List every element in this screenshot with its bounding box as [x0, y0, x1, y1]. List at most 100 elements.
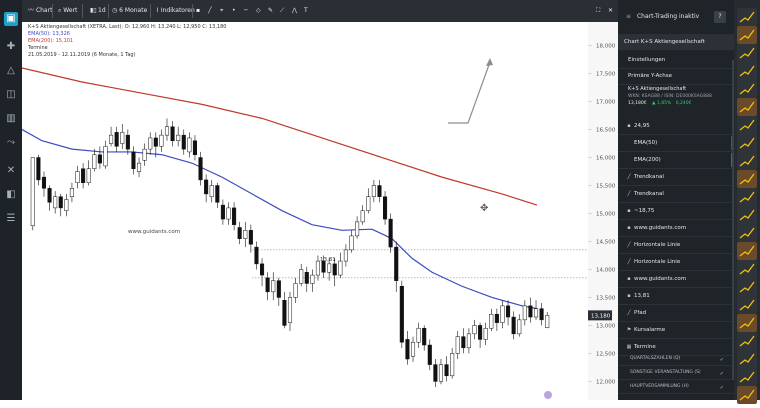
- tools-icon[interactable]: ✕: [4, 164, 18, 178]
- drawing-row[interactable]: EMA(200): [618, 152, 734, 169]
- drawing-row[interactable]: ╱ Horizontale Linie: [618, 254, 734, 271]
- draw-hline-icon[interactable]: ─: [244, 4, 248, 18]
- workspace-tile[interactable]: [737, 350, 757, 368]
- candle-body: [260, 263, 265, 276]
- termine-item[interactable]: HAUPTVERSAMMLUNG (H) ✓: [618, 380, 734, 394]
- candle-body: [315, 260, 320, 276]
- line-icon: ╱: [627, 310, 631, 316]
- triangle-icon[interactable]: △: [4, 64, 18, 78]
- workspace-tile[interactable]: [737, 62, 757, 80]
- draw-rect-icon[interactable]: ▪: [196, 4, 200, 18]
- draw-dot-icon[interactable]: •: [232, 4, 236, 18]
- workspace-tile[interactable]: [737, 152, 757, 170]
- workspace-tile[interactable]: [737, 98, 757, 116]
- drawing-row[interactable]: ▪ ~18,75: [618, 203, 734, 220]
- candle-body: [310, 274, 315, 284]
- indicators-button[interactable]: ⌇ Indikatoren: [156, 4, 195, 18]
- arrow-head: [486, 58, 493, 66]
- drawing-row[interactable]: ▪ www.guidants.com: [618, 271, 734, 288]
- workspace-tile[interactable]: [737, 134, 757, 152]
- interval-button[interactable]: 1d: [98, 4, 106, 18]
- candle-body: [478, 325, 483, 340]
- workspace-tile[interactable]: [737, 332, 757, 350]
- check-icon[interactable]: ✓: [720, 354, 724, 365]
- drawing-row-label: www.guidants.com: [634, 276, 687, 282]
- drawing-row[interactable]: ▪ 24,95: [618, 118, 734, 135]
- draw-path-icon[interactable]: ⟋: [280, 4, 284, 18]
- workspace-tile[interactable]: [737, 296, 757, 314]
- legend-date-range: 21.05.2019 - 12.11.2019 (6 Monate, 1 Tag…: [28, 52, 136, 58]
- chart-section-header[interactable]: Chart K+S Aktiengesellschaft: [618, 34, 734, 50]
- circle-badge: [544, 391, 552, 399]
- crosshair-icon[interactable]: ✚: [4, 40, 18, 54]
- workspace-tile[interactable]: [737, 8, 757, 26]
- price-chart[interactable]: 18,000 17,500 17,000 16,500 16,000 15,500 15,0…: [22, 22, 618, 400]
- chart-layout-icon[interactable]: ▣: [4, 12, 18, 26]
- check-icon[interactable]: ✓: [720, 382, 724, 393]
- workspace-tile[interactable]: [737, 278, 757, 296]
- termine-item[interactable]: SONSTIGE VERANSTALTUNG (S) ✓: [618, 366, 734, 380]
- chart-toolbar: 〰 Chart ⌕ Wert ▮▯ 1d ◷ 6 Monate ⌇ Indika…: [22, 0, 618, 22]
- workspace-tile[interactable]: [737, 44, 757, 62]
- workspace-tile[interactable]: [737, 116, 757, 134]
- settings-icon[interactable]: ☰: [4, 212, 18, 226]
- drawing-row[interactable]: EMA(50): [618, 135, 734, 152]
- draw-pen-icon[interactable]: ✎: [268, 4, 273, 18]
- draw-line-icon[interactable]: ╱: [208, 4, 212, 18]
- workspace-tile[interactable]: [737, 260, 757, 278]
- draw-cursor-icon[interactable]: ⌖: [220, 4, 223, 18]
- candles-icon[interactable]: ▮▯: [90, 4, 97, 18]
- link-icon[interactable]: ⤳: [4, 136, 18, 150]
- chart-button[interactable]: 〰 Chart: [28, 4, 52, 18]
- chart-area[interactable]: 18,000 17,500 17,000 16,500 16,000 15,500 15,0…: [22, 22, 618, 400]
- candle-body: [187, 137, 192, 153]
- workspace-tile[interactable]: [737, 386, 757, 404]
- candle-body: [511, 316, 516, 335]
- drawing-row[interactable]: ╱ Trendkanal: [618, 186, 734, 203]
- workspace-tile[interactable]: [737, 224, 757, 242]
- candle-body: [136, 162, 142, 172]
- workspace-tile[interactable]: [737, 188, 757, 206]
- shapes-icon[interactable]: ◫: [4, 88, 18, 102]
- fullscreen-icon[interactable]: ⛶: [596, 4, 600, 18]
- draw-shape-icon[interactable]: ◇: [256, 4, 261, 18]
- workspace-tile[interactable]: [737, 242, 757, 260]
- workspace-tile[interactable]: [737, 206, 757, 224]
- settings-row[interactable]: Einstellungen: [618, 52, 734, 69]
- workspace-tile[interactable]: [737, 26, 757, 44]
- close-icon[interactable]: ✕: [608, 4, 613, 18]
- primary-axis-row[interactable]: Primäre Y-Achse: [618, 68, 734, 85]
- drawing-row[interactable]: ╱ Pfad: [618, 305, 734, 322]
- draw-zigzag-icon[interactable]: ⋀: [292, 4, 297, 18]
- y-tick-label: 15,500: [596, 184, 616, 190]
- drawing-row[interactable]: ╱ Horizontale Linie: [618, 237, 734, 254]
- range-button[interactable]: ◷ 6 Monate: [112, 4, 147, 18]
- ema200-line: [22, 67, 538, 206]
- layers-icon[interactable]: ◧: [4, 188, 18, 202]
- help-button[interactable]: ?: [714, 11, 726, 23]
- candle-body: [265, 277, 270, 293]
- y-tick-label: 18,000: [596, 44, 616, 50]
- workspace-tile[interactable]: [737, 368, 757, 386]
- divider: [108, 4, 109, 18]
- wert-button[interactable]: ⌕ Wert: [58, 4, 77, 18]
- check-icon[interactable]: ✓: [720, 368, 724, 379]
- drawing-row[interactable]: ▪ www.guidants.com: [618, 220, 734, 237]
- trash-icon[interactable]: ▥: [4, 112, 18, 126]
- side-panel: ≡ Chart-Trading inaktiv ? Chart K+S Akti…: [618, 0, 734, 400]
- drawing-row[interactable]: ╱ Trendkanal: [618, 169, 734, 186]
- workspace-tile[interactable]: [737, 170, 757, 188]
- drawing-row[interactable]: ▪ 13,81: [618, 288, 734, 305]
- candle-body: [198, 157, 203, 181]
- termine-label: HAUPTVERSAMMLUNG (H): [630, 384, 689, 389]
- dot-icon: ▪: [627, 123, 631, 129]
- candle-body: [47, 188, 52, 203]
- drawing-row[interactable]: ⚑ Kursalarme: [618, 322, 734, 339]
- termine-label: QUARTALSZAHLEN (Q): [630, 356, 681, 361]
- legend-ema50: EMA(50): 13,326: [28, 31, 70, 37]
- workspace-tile[interactable]: [737, 314, 757, 332]
- draw-text-icon[interactable]: T: [304, 4, 308, 18]
- quote-abs: 0,240€: [675, 101, 692, 106]
- workspace-tile[interactable]: [737, 80, 757, 98]
- termine-item[interactable]: QUARTALSZAHLEN (Q) ✓: [618, 352, 734, 366]
